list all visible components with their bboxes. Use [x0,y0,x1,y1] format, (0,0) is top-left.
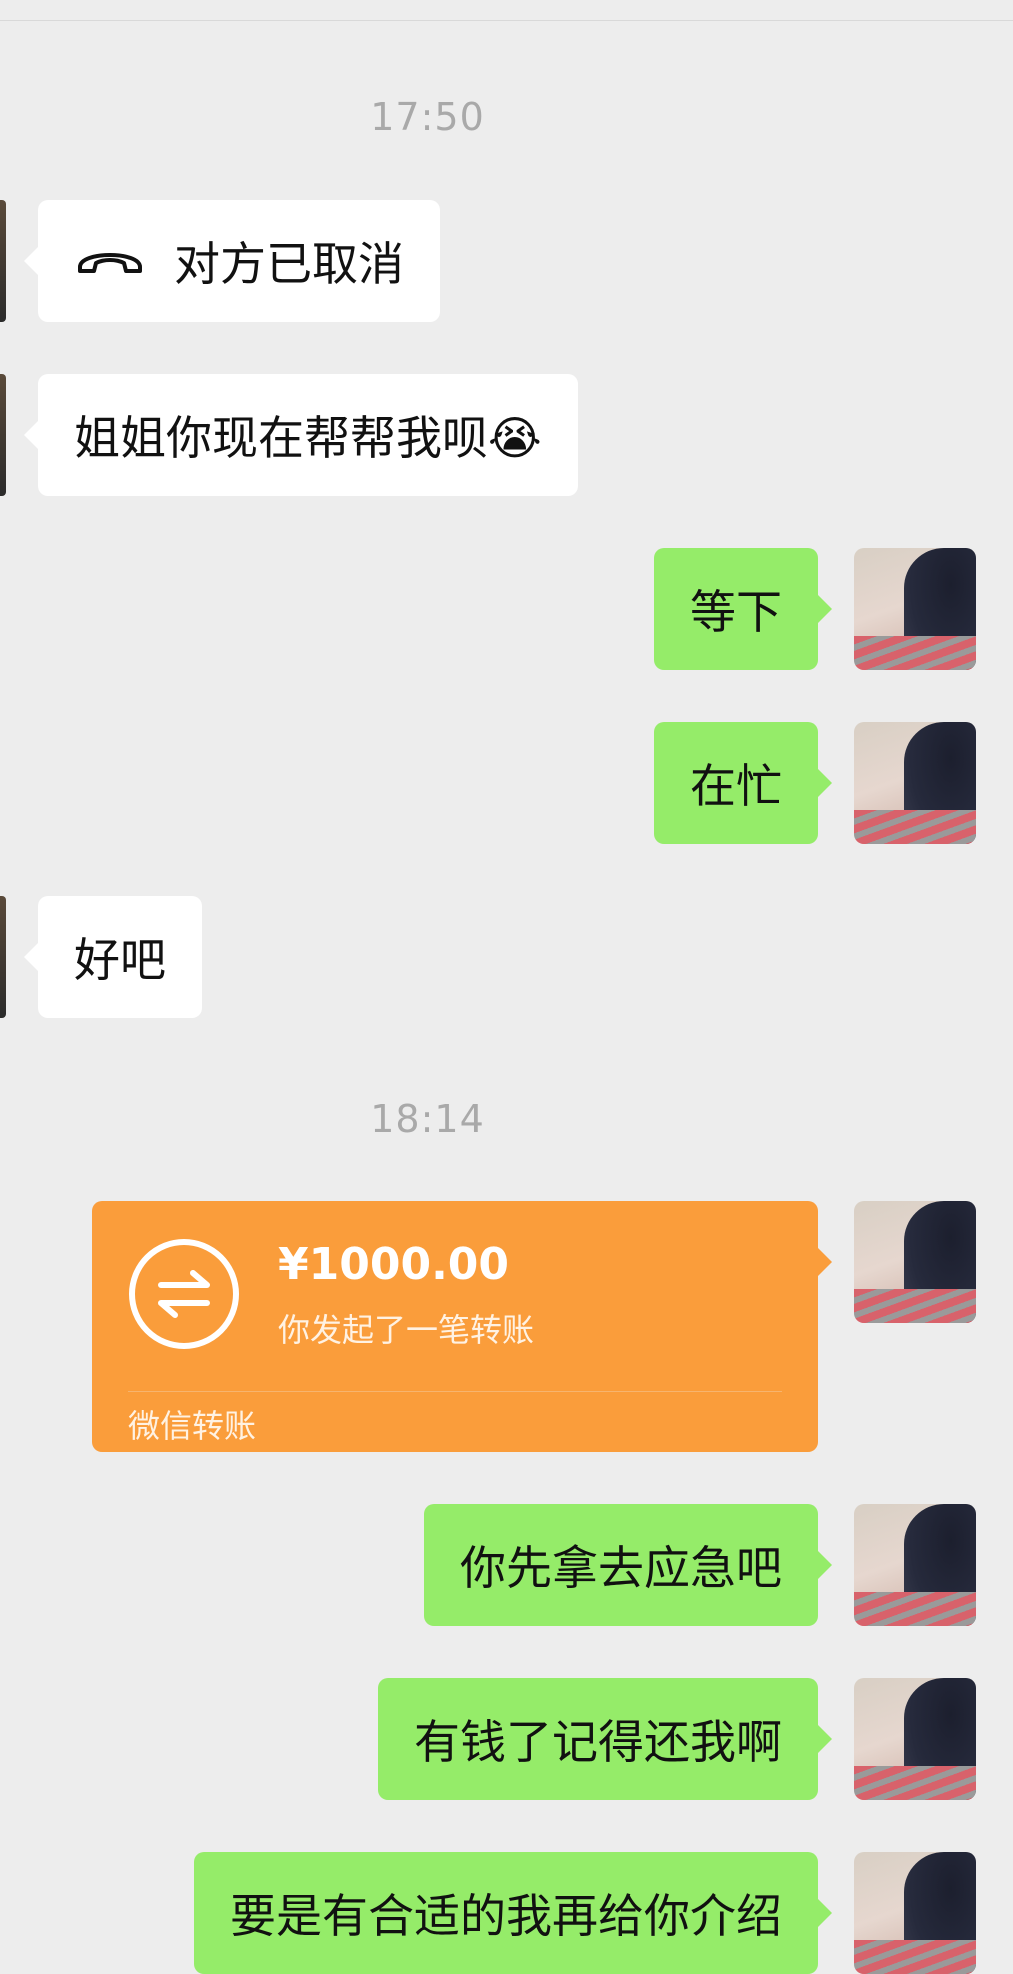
message-bubble[interactable]: 姐姐你现在帮帮我呗😭 [24,374,578,496]
message-text: 有钱了记得还我啊 [414,1715,782,1769]
transfer-card[interactable]: ¥1000.00 你发起了一笔转账 微信转账 [92,1201,832,1452]
transfer-amount: ¥1000.00 [278,1239,510,1290]
my-avatar[interactable] [854,548,976,670]
contact-avatar[interactable] [0,200,6,322]
transfer-arrows-icon [129,1239,239,1349]
my-avatar[interactable] [854,1852,976,1974]
message-bubble[interactable]: 有钱了记得还我啊 [378,1678,832,1800]
message-text: 姐姐你现在帮帮我呗😭 [74,411,542,465]
message-bubble[interactable]: 好吧 [24,896,202,1018]
avatar-shirt [854,1592,976,1626]
message-bubble[interactable]: 要是有合适的我再给你介绍 [194,1852,832,1974]
timestamp: 17:50 [370,95,485,139]
avatar-shirt [854,1289,976,1323]
contact-avatar[interactable] [0,896,6,1018]
message-bubble[interactable]: 等下 [654,548,832,670]
top-divider [0,20,1013,21]
message-text: 好吧 [74,933,166,987]
message-text: 在忙 [690,759,782,813]
transfer-divider [128,1391,782,1392]
call-record-bubble[interactable]: 对方已取消 [24,200,440,322]
call-status-text: 对方已取消 [174,237,404,291]
message-bubble[interactable]: 在忙 [654,722,832,844]
my-avatar[interactable] [854,722,976,844]
transfer-footer: 微信转账 [128,1407,257,1445]
message-text: 你先拿去应急吧 [460,1541,782,1595]
avatar-shirt [854,636,976,670]
message-text: 要是有合适的我再给你介绍 [230,1889,782,1943]
my-avatar[interactable] [854,1201,976,1323]
contact-avatar[interactable] [0,374,6,496]
message-text: 等下 [690,585,782,639]
my-avatar[interactable] [854,1504,976,1626]
timestamp: 18:14 [370,1097,485,1141]
phone-hangup-icon [74,234,146,288]
transfer-description: 你发起了一笔转账 [278,1311,535,1349]
my-avatar[interactable] [854,1678,976,1800]
avatar-shirt [854,1766,976,1800]
avatar-shirt [854,1940,976,1974]
message-bubble[interactable]: 你先拿去应急吧 [424,1504,832,1626]
avatar-shirt [854,810,976,844]
